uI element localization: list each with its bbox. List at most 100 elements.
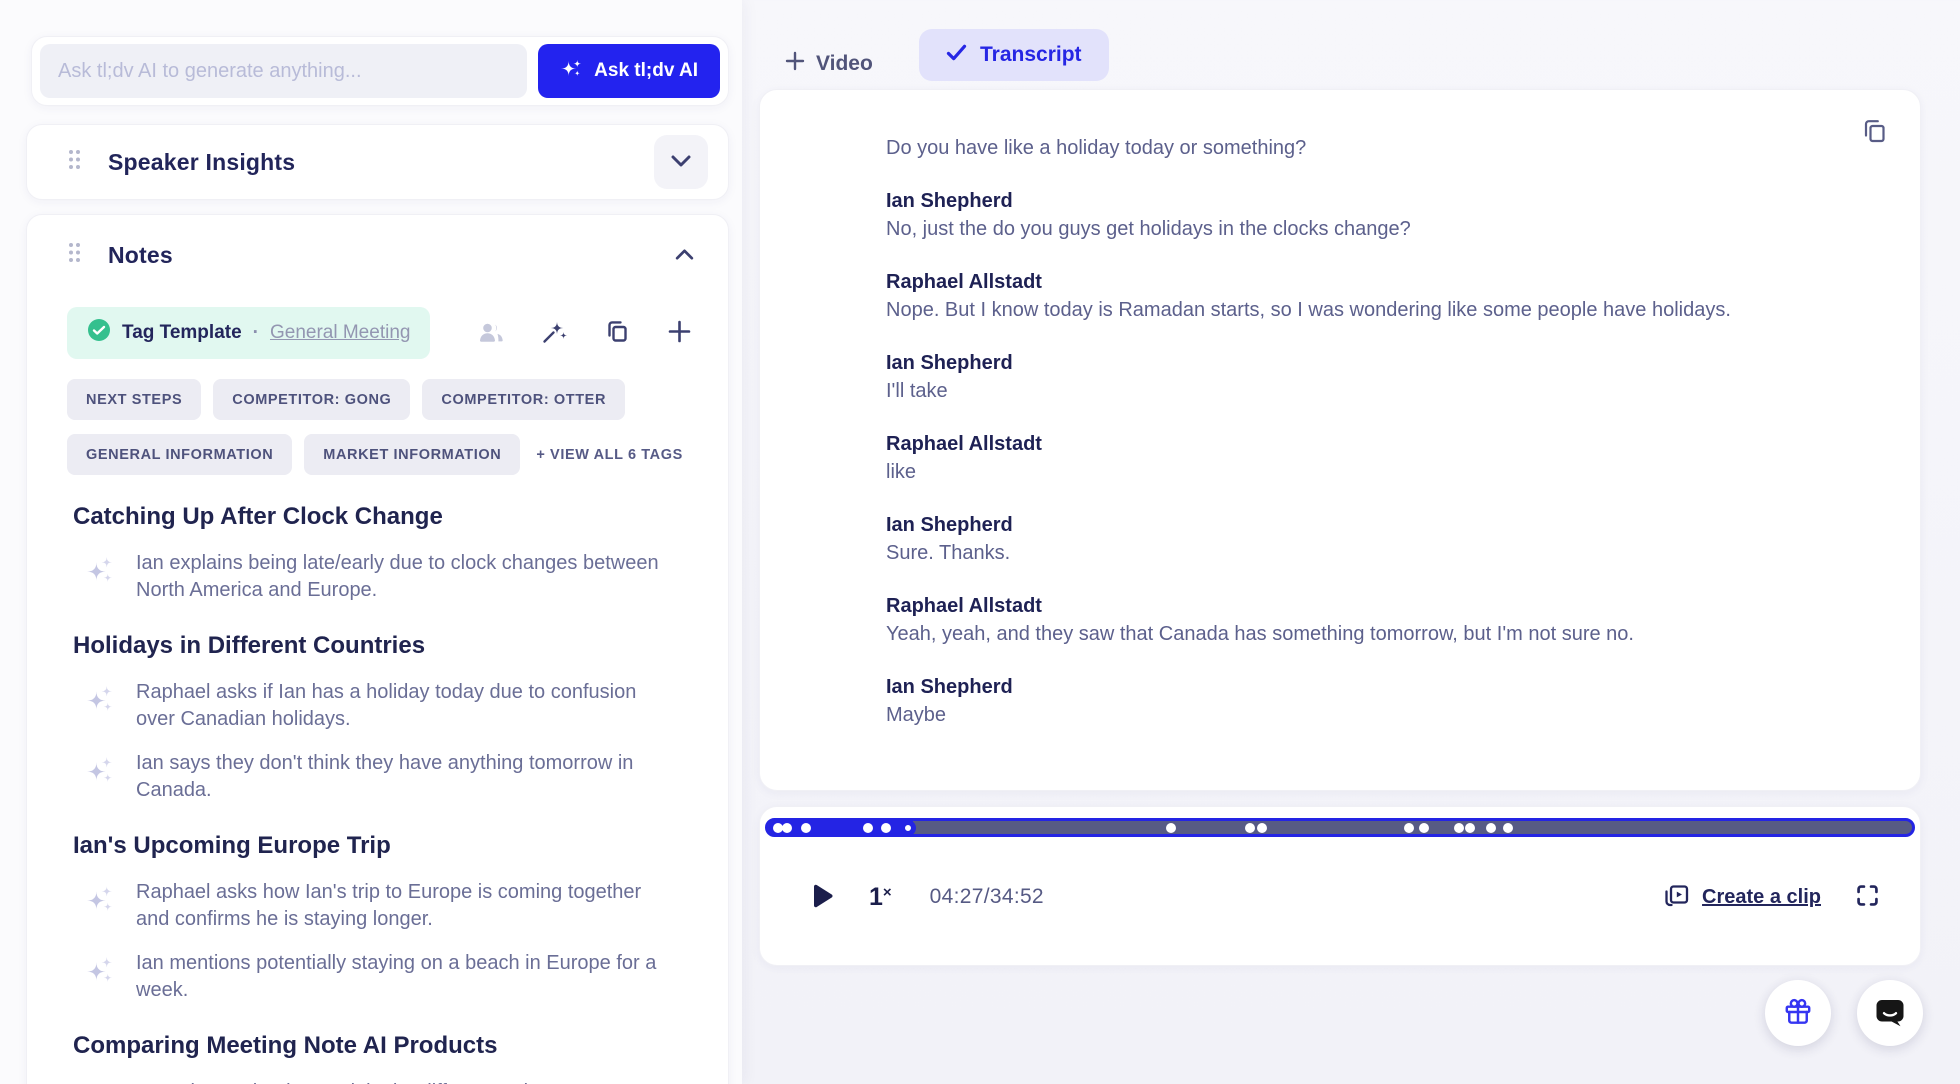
tag-pill[interactable]: COMPETITOR: OTTER [422, 379, 626, 420]
tab-transcript[interactable]: Transcript [919, 29, 1109, 81]
speed-value: 1 [869, 882, 883, 911]
note-bullet[interactable]: Ian says they don't think they have anyt… [85, 750, 704, 804]
timeline-marker[interactable] [1418, 822, 1429, 833]
tag-template-label: Tag Template [122, 322, 242, 343]
notes-title: Notes [108, 241, 173, 268]
check-icon [946, 43, 967, 67]
create-clip-button[interactable]: Create a clip [1662, 882, 1821, 913]
note-bullet-text: Raphael asks how Ian's trip to Europe is… [136, 881, 642, 930]
ask-ai-input[interactable] [40, 44, 528, 98]
timeline-marker[interactable] [1244, 822, 1255, 833]
note-bullet-text: Ian asks Raphael to explain the differen… [136, 1079, 661, 1084]
tags-row: NEXT STEPS COMPETITOR: GONG COMPETITOR: OT… [67, 379, 715, 475]
note-bullet-text: Ian mentions potentially staying on a be… [136, 952, 657, 1001]
tag-template-pill[interactable]: Tag Template · General Meeting [67, 307, 431, 359]
check-circle-icon [87, 318, 111, 348]
add-note-button[interactable] [667, 319, 692, 347]
timeline[interactable] [765, 818, 1915, 837]
tab-video-label: Video [816, 52, 873, 75]
ask-ai-button-label: Ask tl;dv AI [594, 60, 698, 81]
transcript-entry[interactable]: Raphael Allstadt Yeah, yeah, and they saw… [886, 592, 1850, 648]
note-bullet[interactable]: Ian asks Raphael to explain the differen… [85, 1079, 704, 1084]
tag-pill[interactable]: GENERAL INFORMATION [67, 434, 293, 475]
tag-template-name-link[interactable]: General Meeting [270, 322, 410, 344]
note-bullet[interactable]: Ian mentions potentially staying on a be… [85, 950, 704, 1004]
chevron-up-icon [675, 248, 694, 263]
tag-template-row: Tag Template · General Meeting [67, 307, 704, 359]
speaker-insights-title: Speaker Insights [108, 148, 296, 175]
note-heading: Catching Up After Clock Change [73, 503, 443, 530]
tab-video[interactable]: Video [785, 40, 873, 88]
tag-pill[interactable]: NEXT STEPS [67, 379, 202, 420]
timeline-marker[interactable] [862, 822, 873, 833]
tag-pill[interactable]: MARKET INFORMATION [304, 434, 521, 475]
speed-multiplier: × [882, 883, 892, 901]
playback-speed-button[interactable]: 1 × [869, 883, 892, 912]
chevron-down-icon [671, 155, 691, 170]
plus-icon [785, 51, 805, 77]
timeline-marker[interactable] [1453, 822, 1464, 833]
play-button[interactable] [812, 884, 833, 911]
transcript-speaker: Raphael Allstadt [886, 271, 1042, 293]
note-bullet-text: Ian explains being late/early due to clo… [136, 552, 659, 601]
chat-widget-button[interactable] [1857, 980, 1923, 1046]
participants-button[interactable] [477, 319, 505, 348]
note-heading: Comparing Meeting Note AI Products [73, 1032, 498, 1059]
transcript-entry[interactable]: Ian Shepherd Sure. Thanks. [886, 511, 1850, 567]
transcript-text: Yeah, yeah, and they saw that Canada has… [886, 623, 1634, 645]
transcript-speaker: Ian Shepherd [886, 352, 1013, 374]
timeline-marker[interactable] [1257, 822, 1268, 833]
transcript-text: like [886, 461, 917, 483]
fullscreen-icon [1855, 883, 1880, 911]
notes-collapse-button[interactable] [664, 235, 704, 275]
people-icon [477, 319, 505, 348]
speaker-insights-expand-button[interactable] [654, 135, 708, 189]
ask-ai-button[interactable]: Ask tl;dv AI [538, 44, 720, 98]
sparkle-icon [85, 750, 114, 804]
timeline-marker[interactable] [1503, 822, 1514, 833]
tab-transcript-label: Transcript [980, 43, 1082, 66]
gift-icon [1782, 996, 1814, 1031]
view-all-tags-button[interactable]: + VIEW ALL 6 TAGS [532, 447, 687, 463]
note-heading: Holidays in Different Countries [73, 632, 426, 659]
fullscreen-button[interactable] [1855, 883, 1880, 911]
note-bullet[interactable]: Ian explains being late/early due to clo… [85, 550, 704, 604]
timeline-marker[interactable] [880, 822, 891, 833]
player-bar: 1 × 04:27/34:52 Create a clip [759, 806, 1921, 966]
player-controls: 1 × 04:27/34:52 Create a clip [760, 879, 1920, 915]
left-panel: Ask tl;dv AI Speaker Insights Notes Tag … [0, 0, 742, 1084]
magic-wand-button[interactable] [541, 318, 568, 348]
note-bullet-text: Ian says they don't think they have anyt… [136, 752, 634, 801]
note-bullet-text: Raphael asks if Ian has a holiday today … [136, 681, 637, 730]
transcript-entry[interactable]: Raphael Allstadt Nope. But I know today i… [886, 268, 1850, 324]
transcript-entry[interactable]: Ian Shepherd No, just the do you guys get… [886, 187, 1850, 243]
transcript-entry[interactable]: Ian Shepherd I'll take [886, 349, 1850, 405]
timeline-marker[interactable] [800, 822, 811, 833]
tag-pill[interactable]: COMPETITOR: GONG [213, 379, 411, 420]
wand-sparkles-icon [541, 318, 568, 348]
notes-card: Notes Tag Template · General Meeting NEX… [26, 214, 729, 1084]
transcript-text: I'll take [886, 380, 948, 402]
playhead[interactable] [900, 819, 917, 836]
timeline-marker[interactable] [1465, 822, 1476, 833]
copy-icon [1860, 116, 1890, 149]
timeline-marker[interactable] [1165, 822, 1176, 833]
speaker-insights-card: Speaker Insights [26, 124, 729, 200]
sparkle-icon [85, 879, 114, 933]
sparkle-icon [85, 550, 114, 604]
note-bullet[interactable]: Raphael asks how Ian's trip to Europe is… [85, 879, 704, 933]
transcript-entry[interactable]: Raphael Allstadt like [886, 430, 1850, 486]
transcript-entry[interactable]: Ian Shepherd Maybe [886, 673, 1850, 729]
sparkle-icon [85, 950, 114, 1004]
drag-handle-icon[interactable] [67, 241, 82, 269]
drag-handle-icon[interactable] [67, 148, 82, 176]
timeline-marker[interactable] [1403, 822, 1414, 833]
note-bullet[interactable]: Raphael asks if Ian has a holiday today … [85, 679, 704, 733]
transcript-entry[interactable]: Do you have like a holiday today or some… [886, 134, 1850, 162]
transcript-text: Nope. But I know today is Ramadan starts… [886, 299, 1731, 321]
rewards-button[interactable] [1765, 980, 1831, 1046]
timeline-marker[interactable] [1486, 822, 1496, 833]
timeline-marker[interactable] [782, 822, 793, 833]
copy-transcript-button[interactable] [1860, 116, 1890, 149]
copy-notes-button[interactable] [604, 318, 631, 348]
